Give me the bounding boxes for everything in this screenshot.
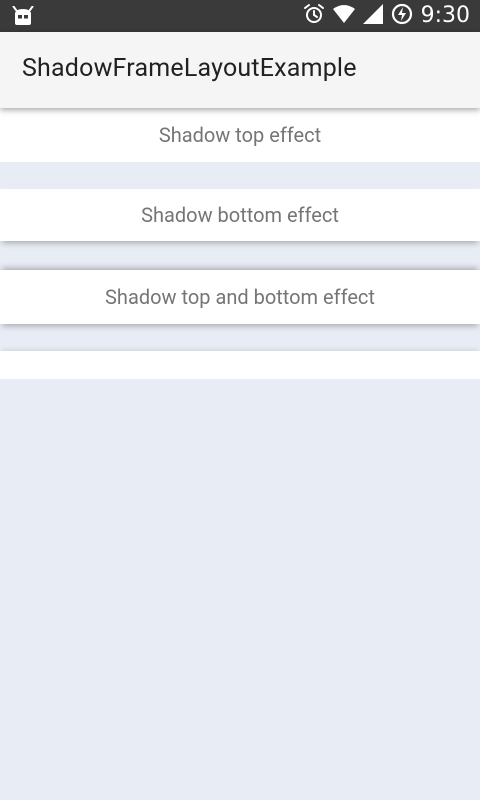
signal-icon	[362, 4, 383, 28]
status-time: 9:30	[420, 3, 470, 28]
android-debug-icon	[12, 5, 34, 26]
shadow-top-row: Shadow top effect	[0, 108, 480, 162]
row-label: Shadow bottom effect	[141, 203, 339, 227]
shadow-top-bottom-row: Shadow top and bottom effect	[0, 270, 480, 324]
app-title: ShadowFrameLayoutExample	[22, 54, 357, 83]
empty-row	[0, 351, 480, 379]
battery-charging-icon	[391, 3, 413, 29]
row-label: Shadow top and bottom effect	[105, 285, 375, 309]
status-bar: 9:30	[0, 0, 480, 32]
wifi-icon	[332, 5, 355, 27]
row-label: Shadow top effect	[158, 123, 322, 147]
shadow-bottom-row: Shadow bottom effect	[0, 189, 480, 241]
status-icons: 9:30	[303, 0, 470, 32]
app-bar: ShadowFrameLayoutExample	[0, 32, 480, 108]
alarm-icon	[303, 3, 325, 29]
